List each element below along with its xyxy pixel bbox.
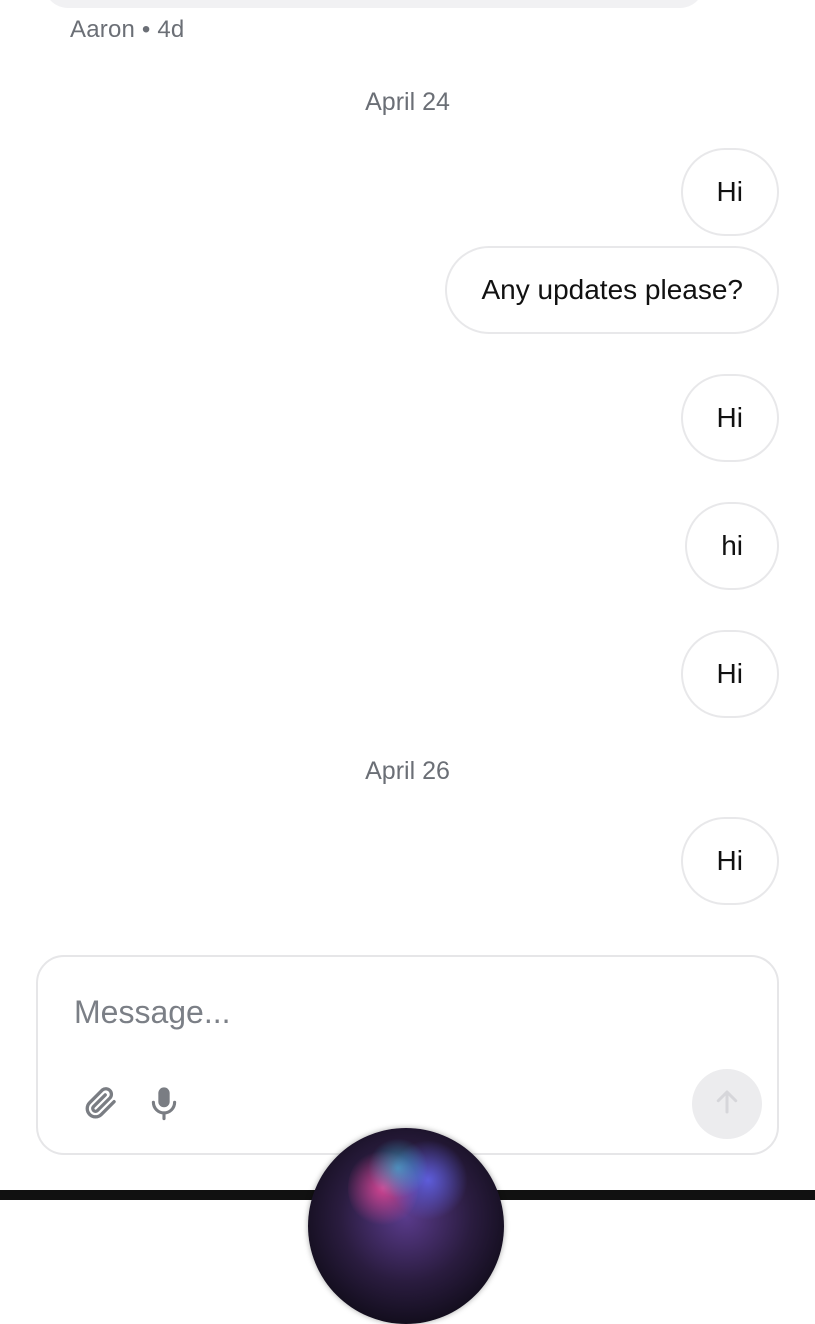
outgoing-message-bubble[interactable]: Hi xyxy=(680,374,779,462)
outgoing-message-bubble[interactable]: Hi xyxy=(680,630,779,718)
previous-message-bubble[interactable] xyxy=(44,0,704,8)
sender-meta: Aaron • 4d xyxy=(70,16,185,43)
microphone-icon[interactable] xyxy=(140,1079,188,1127)
orb-glow xyxy=(368,1138,428,1198)
arrow-up-icon xyxy=(712,1087,742,1122)
date-separator: April 26 xyxy=(365,757,450,785)
siri-orb-icon[interactable] xyxy=(308,1128,504,1324)
message-composer xyxy=(36,955,779,1155)
message-input[interactable] xyxy=(72,983,716,1041)
paperclip-icon[interactable] xyxy=(76,1079,124,1127)
outgoing-message-bubble[interactable]: Any updates please? xyxy=(445,246,779,334)
outgoing-message-bubble[interactable]: Hi xyxy=(680,817,779,905)
outgoing-message-bubble[interactable]: hi xyxy=(685,502,779,590)
outgoing-message-bubble[interactable]: Hi xyxy=(680,148,779,236)
send-button[interactable] xyxy=(692,1069,762,1139)
date-separator: April 24 xyxy=(365,88,450,116)
